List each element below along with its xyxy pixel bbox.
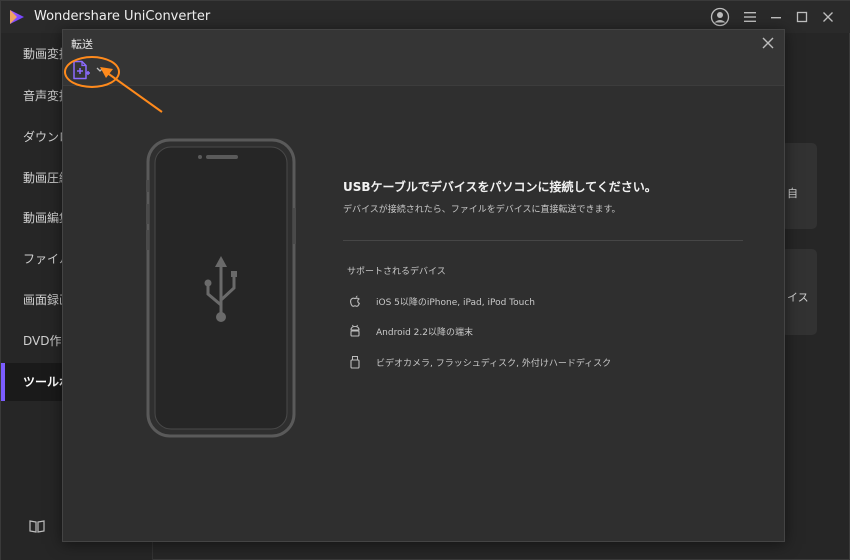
book-icon[interactable] [29, 519, 45, 533]
tool-card[interactable]: 自 [781, 143, 817, 229]
account-button[interactable] [709, 7, 731, 27]
dialog-title: 転送 [71, 38, 93, 51]
device-row-android: Android 2.2以降の端末 [348, 323, 473, 339]
usb-drive-icon [350, 356, 360, 369]
device-row-ios: iOS 5以降のiPhone, iPad, iPod Touch [348, 293, 535, 309]
tool-card-label: 自 [787, 187, 798, 200]
tool-card-label: イス [787, 291, 809, 304]
dialog-close-icon[interactable] [759, 34, 777, 52]
supported-devices-label: サポートされるデバイス [347, 267, 446, 277]
window-close-button[interactable] [817, 7, 839, 27]
device-text: iOS 5以降のiPhone, iPad, iPod Touch [376, 297, 535, 308]
device-text: ビデオカメラ, フラッシュディスク, 外付けハードディスク [376, 358, 612, 369]
tool-card[interactable]: イス [781, 249, 817, 335]
maximize-icon [796, 11, 808, 23]
menu-button[interactable] [739, 7, 761, 27]
connect-heading: USBケーブルでデバイスをパソコンに接続してください。 [343, 180, 657, 194]
maximize-button[interactable] [791, 7, 813, 27]
app-title: Wondershare UniConverter [34, 9, 211, 24]
annotation-highlight-ring [64, 56, 120, 88]
hamburger-icon [744, 12, 756, 22]
dialog-header: 転送 [63, 30, 784, 86]
minimize-icon [771, 17, 781, 19]
uniconverter-logo-icon [10, 10, 24, 24]
device-row-storage: ビデオカメラ, フラッシュディスク, 外付けハードディスク [348, 354, 611, 370]
minimize-button[interactable] [765, 7, 787, 27]
user-icon [710, 7, 730, 27]
apple-icon [350, 295, 360, 307]
close-icon [823, 12, 833, 22]
connect-subtext: デバイスが接続されたら、ファイルをデバイスに直接転送できます。 [343, 205, 621, 215]
phone-usb-illustration [146, 138, 296, 438]
divider [343, 240, 743, 241]
android-icon [350, 324, 360, 337]
device-text: Android 2.2以降の端末 [376, 327, 473, 338]
